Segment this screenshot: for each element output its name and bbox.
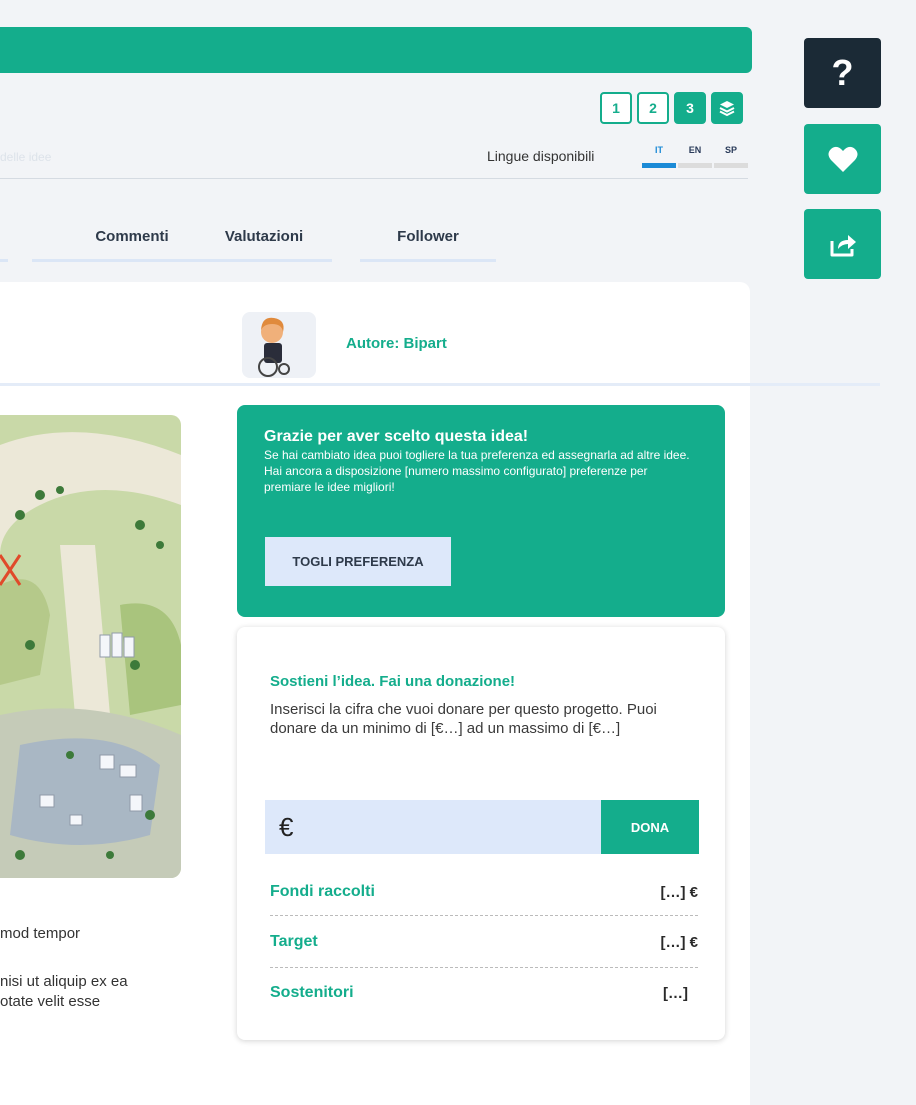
preference-text-2: Hai ancora a disposizione [numero massim…	[264, 464, 648, 494]
stat-funds-raised: Fondi raccolti […] €	[270, 872, 698, 912]
author-label: Autore: Bipart	[346, 335, 447, 352]
step-3-button[interactable]: 3	[674, 92, 706, 124]
favorite-button[interactable]	[804, 124, 881, 194]
step-1-button[interactable]: 1	[600, 92, 632, 124]
body-text-line-1: mod tempor	[0, 925, 81, 942]
help-icon: ?	[831, 52, 854, 93]
tab-followers[interactable]: Follower	[360, 228, 496, 262]
donate-button[interactable]: DONA	[601, 800, 699, 854]
header-divider	[0, 178, 748, 179]
donation-title: Sostieni l’idea. Fai una donazione!	[270, 673, 516, 690]
step-2-button[interactable]: 2	[637, 92, 669, 124]
stat-divider	[270, 967, 698, 968]
help-button[interactable]: ?	[804, 38, 881, 108]
lang-en-tab[interactable]: EN	[678, 145, 712, 168]
share-icon	[830, 235, 856, 257]
lang-it-tab[interactable]: IT	[642, 145, 676, 168]
stat-value: […] €	[660, 883, 699, 901]
stat-label: Fondi raccolti	[270, 883, 375, 900]
donation-description: Inserisci la cifra che vuoi donare per q…	[270, 701, 657, 737]
preference-card: Grazie per aver scelto questa idea! Se h…	[237, 405, 725, 617]
stat-value: […]	[663, 984, 688, 1002]
tab-comments[interactable]: Commenti	[32, 228, 232, 262]
donation-card: Sostieni l’idea. Fai una donazione! Inse…	[237, 627, 725, 1040]
stat-divider	[270, 915, 698, 916]
avatar	[242, 312, 316, 378]
language-switcher: IT EN SP	[642, 145, 748, 168]
heart-icon	[828, 146, 857, 172]
faded-subtitle: delle idee	[0, 150, 52, 164]
body-text-line-2: nisi ut aliquip ex ea	[0, 973, 128, 990]
donation-amount-input[interactable]: €	[265, 800, 601, 854]
remove-preference-button[interactable]: TOGLI PREFERENZA	[265, 537, 451, 586]
tab-partial[interactable]	[0, 228, 8, 262]
stat-value: […] €	[660, 933, 699, 951]
stat-label: Sostenitori	[270, 984, 354, 1001]
stat-target: Target […] €	[270, 922, 698, 962]
stat-supporters: Sostenitori […]	[270, 973, 698, 1013]
stat-label: Target	[270, 933, 318, 950]
layers-button[interactable]	[711, 92, 743, 124]
share-button[interactable]	[804, 209, 881, 279]
currency-symbol: €	[279, 811, 294, 842]
preference-text-1: Se hai cambiato idea puoi togliere la tu…	[264, 448, 690, 462]
lang-sp-tab[interactable]: SP	[714, 145, 748, 168]
layers-icon	[719, 101, 735, 117]
top-banner	[0, 27, 752, 73]
idea-map-image	[0, 415, 181, 878]
body-text-line-3: otate velit esse	[0, 993, 101, 1010]
panel-divider	[0, 383, 880, 386]
preference-title: Grazie per aver scelto questa idea!	[264, 428, 529, 445]
languages-label: Lingue disponibili	[487, 148, 595, 164]
step-selector: 1 2 3	[600, 92, 743, 124]
